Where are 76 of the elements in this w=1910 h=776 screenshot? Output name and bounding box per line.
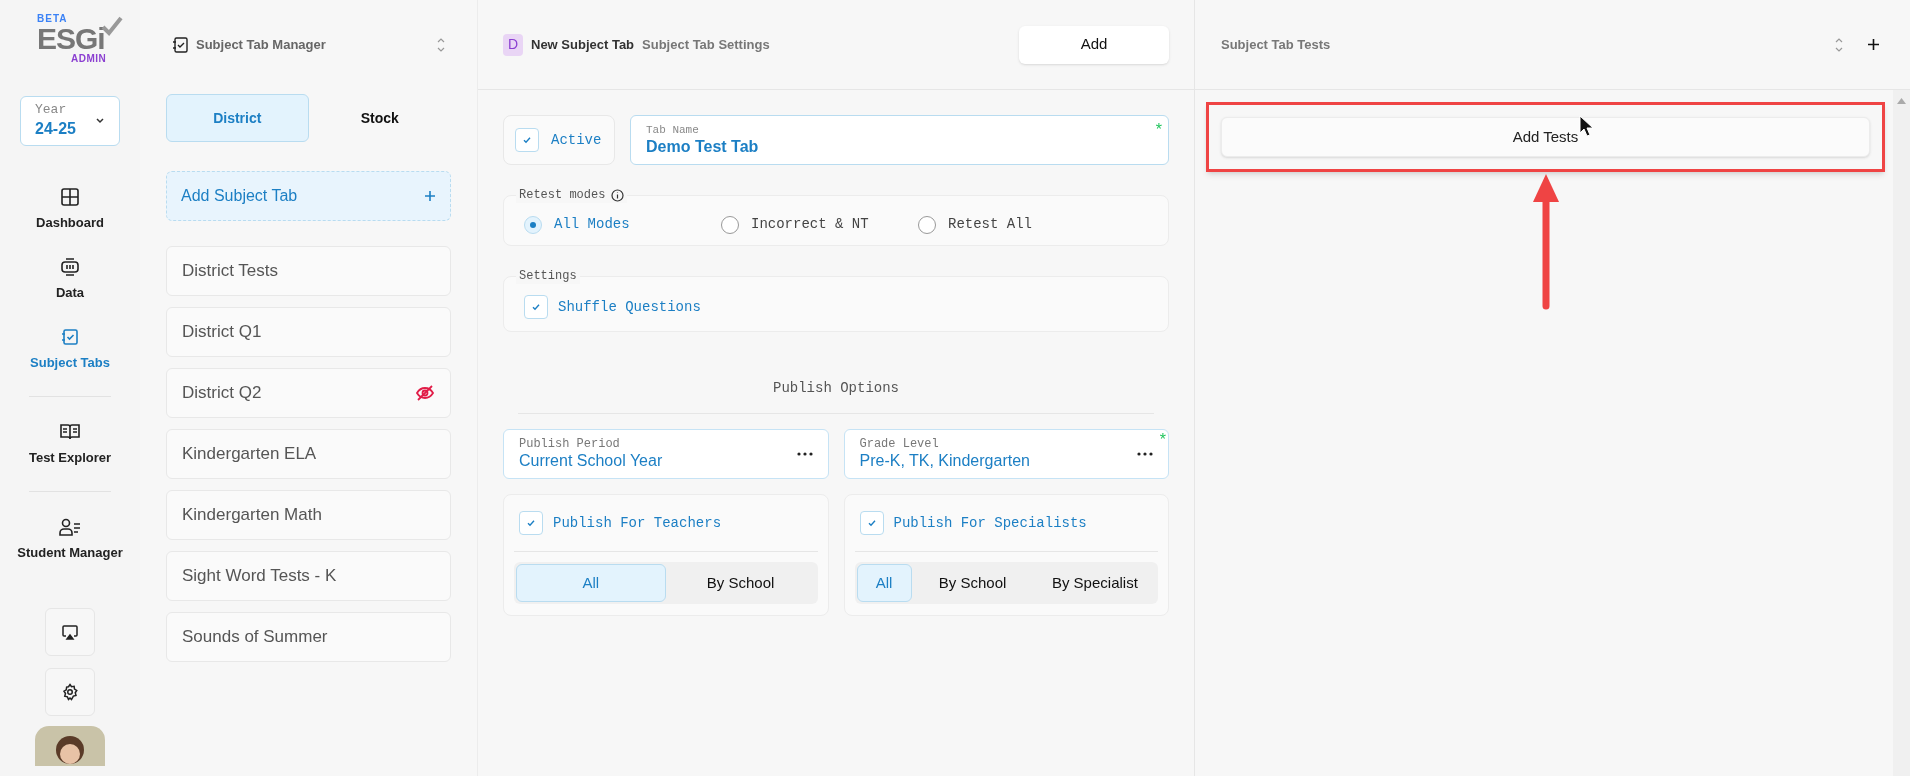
active-toggle[interactable]: Active xyxy=(503,115,615,165)
subject-tab-item[interactable]: District Q2 xyxy=(166,368,451,418)
panel-title: New Subject Tab xyxy=(531,35,635,54)
segment-option[interactable]: By School xyxy=(665,564,816,602)
settings-button[interactable] xyxy=(45,668,95,716)
chevron-down-icon xyxy=(95,117,105,125)
subject-tab-item[interactable]: Kindergarten Math xyxy=(166,490,451,540)
plus-icon xyxy=(424,190,436,202)
check-icon xyxy=(866,518,877,528)
required-mark: * xyxy=(1159,430,1166,450)
checkbox[interactable] xyxy=(515,128,539,152)
radio-option[interactable]: Incorrect & NT xyxy=(721,214,918,235)
logo: ESGi xyxy=(37,24,105,54)
subject-tab-item[interactable]: District Q1 xyxy=(166,307,451,357)
scrollbar[interactable] xyxy=(1893,90,1910,776)
subject-tab-item[interactable]: District Tests xyxy=(166,246,451,296)
info-icon[interactable] xyxy=(611,188,625,202)
nav-item[interactable]: Subject Tabs xyxy=(5,314,135,384)
subject-tab-item[interactable]: Sight Word Tests - K xyxy=(166,551,451,601)
segment-option[interactable]: By School xyxy=(911,564,1034,602)
checklist-icon xyxy=(172,36,188,54)
screen-icon xyxy=(61,624,79,640)
segment-option[interactable]: All xyxy=(516,564,666,602)
monitor-icon xyxy=(60,257,80,277)
beta-label: BETA xyxy=(37,14,68,24)
select-field[interactable]: Grade Level Pre-K, TK, Kindergarten * xyxy=(843,429,1169,479)
checkbox[interactable] xyxy=(859,511,884,535)
letter-badge: D xyxy=(503,33,523,56)
required-mark: * xyxy=(1155,120,1162,140)
more-icon xyxy=(1137,452,1153,456)
tab[interactable]: District xyxy=(166,94,309,142)
cursor-icon xyxy=(1579,115,1595,137)
add-subject-tab-button[interactable]: Add Subject Tab xyxy=(166,171,451,221)
nav-item[interactable]: Dashboard xyxy=(5,174,135,244)
checkbox[interactable] xyxy=(524,295,548,319)
radio-option[interactable]: Retest All xyxy=(918,214,1115,235)
section-heading: Publish Options xyxy=(772,379,900,398)
tab[interactable]: Stock xyxy=(308,94,451,142)
check-icon xyxy=(522,135,532,145)
cast-button[interactable] xyxy=(45,608,95,656)
check-icon xyxy=(531,302,541,312)
year-dropdown[interactable]: Year 24-25 xyxy=(20,96,120,146)
panel-subtitle: Subject Tab Settings xyxy=(642,35,771,54)
check-icon xyxy=(526,518,536,528)
segment-option[interactable]: All xyxy=(856,564,912,602)
segment-option[interactable]: By Specialist xyxy=(1033,564,1156,602)
logo-subtitle: ADMIN xyxy=(71,54,107,64)
sort-icon[interactable] xyxy=(437,37,445,53)
nav-item[interactable]: Test Explorer xyxy=(5,409,135,479)
book-icon xyxy=(59,422,81,442)
group-legend: Retest modes xyxy=(519,187,606,203)
nav-item[interactable]: Data xyxy=(5,244,135,314)
select-field[interactable]: Publish Period Current School Year xyxy=(503,429,829,479)
group-legend: Settings xyxy=(519,268,577,284)
checkbox-option[interactable]: Publish For Specialists xyxy=(854,495,1158,551)
tab-name-field[interactable]: Tab Name Demo Test Tab * xyxy=(630,115,1169,165)
user-list-icon xyxy=(59,517,81,537)
add-tests-button[interactable]: Add Tests xyxy=(1221,117,1870,157)
nav-item[interactable]: Student Manager xyxy=(5,504,135,574)
checklist-icon xyxy=(60,327,80,347)
checkbox-option[interactable]: Shuffle Questions xyxy=(524,295,701,319)
checkbox[interactable] xyxy=(519,511,543,535)
checkbox-option[interactable]: Publish For Teachers xyxy=(514,495,818,551)
sort-icon[interactable] xyxy=(1835,36,1843,53)
plus-icon[interactable] xyxy=(1867,38,1880,51)
panel-title: Subject Tab Tests xyxy=(1221,35,1332,54)
grid-icon xyxy=(60,187,80,207)
subject-tab-item[interactable]: Sounds of Summer xyxy=(166,612,451,662)
scroll-up-icon[interactable] xyxy=(1897,98,1906,104)
more-icon xyxy=(796,452,813,456)
settings-icon xyxy=(61,683,79,701)
radio-option[interactable]: All Modes xyxy=(524,214,721,235)
subject-tab-item[interactable]: Kindergarten ELA xyxy=(166,429,451,479)
add-button[interactable]: Add xyxy=(1019,25,1169,64)
panel-title: Subject Tab Manager xyxy=(196,36,327,55)
avatar[interactable] xyxy=(35,726,105,766)
